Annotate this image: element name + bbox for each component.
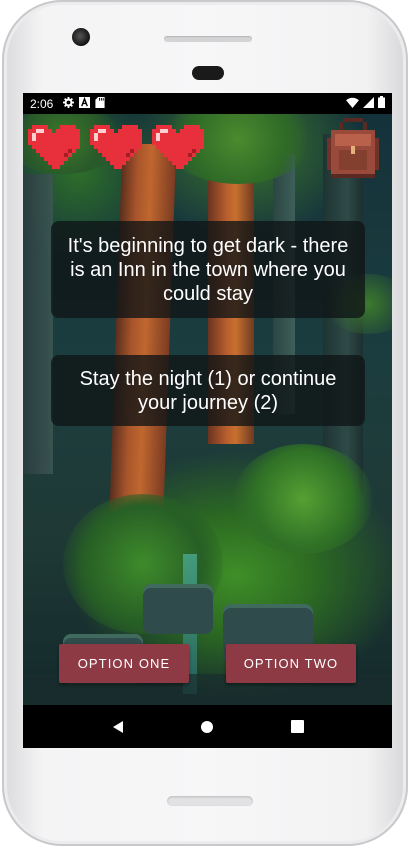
status-bar: 2:06 (23, 93, 392, 114)
sd-card-icon (95, 96, 105, 111)
heart-icon (90, 125, 142, 169)
proximity-sensor (192, 66, 224, 80)
stone-block (143, 584, 213, 634)
front-camera (72, 28, 90, 46)
battery-icon (378, 96, 385, 111)
gear-icon (63, 96, 75, 111)
signal-icon (363, 96, 374, 111)
phone-frame: 2:06 It's beginning to get dark - there … (2, 0, 408, 846)
recents-icon[interactable] (287, 717, 307, 737)
status-time: 2:06 (30, 96, 54, 111)
bottom-speaker (167, 796, 253, 806)
choice-prompt-text: Stay the night (1) or continue your jour… (79, 367, 337, 414)
bush-foliage (233, 444, 373, 554)
heart-icon (152, 125, 204, 169)
option-two-button[interactable]: OPTION TWO (226, 644, 356, 683)
home-icon[interactable] (197, 717, 217, 737)
heart-icon (28, 125, 80, 169)
backpack-icon[interactable] (327, 118, 379, 178)
navigation-bar (23, 705, 392, 748)
tree-trunk (23, 174, 53, 474)
lives-hearts (28, 125, 204, 169)
narration-box: It's beginning to get dark - there is an… (51, 221, 365, 318)
choice-prompt-box: Stay the night (1) or continue your jour… (51, 355, 365, 426)
a-icon (79, 96, 91, 111)
option-one-button[interactable]: OPTION ONE (59, 644, 189, 683)
wifi-icon (346, 97, 359, 111)
narration-text: It's beginning to get dark - there is an… (67, 234, 349, 305)
device-screen: 2:06 It's beginning to get dark - there … (23, 93, 392, 748)
earpiece-speaker (164, 36, 252, 42)
back-icon[interactable] (108, 717, 128, 737)
